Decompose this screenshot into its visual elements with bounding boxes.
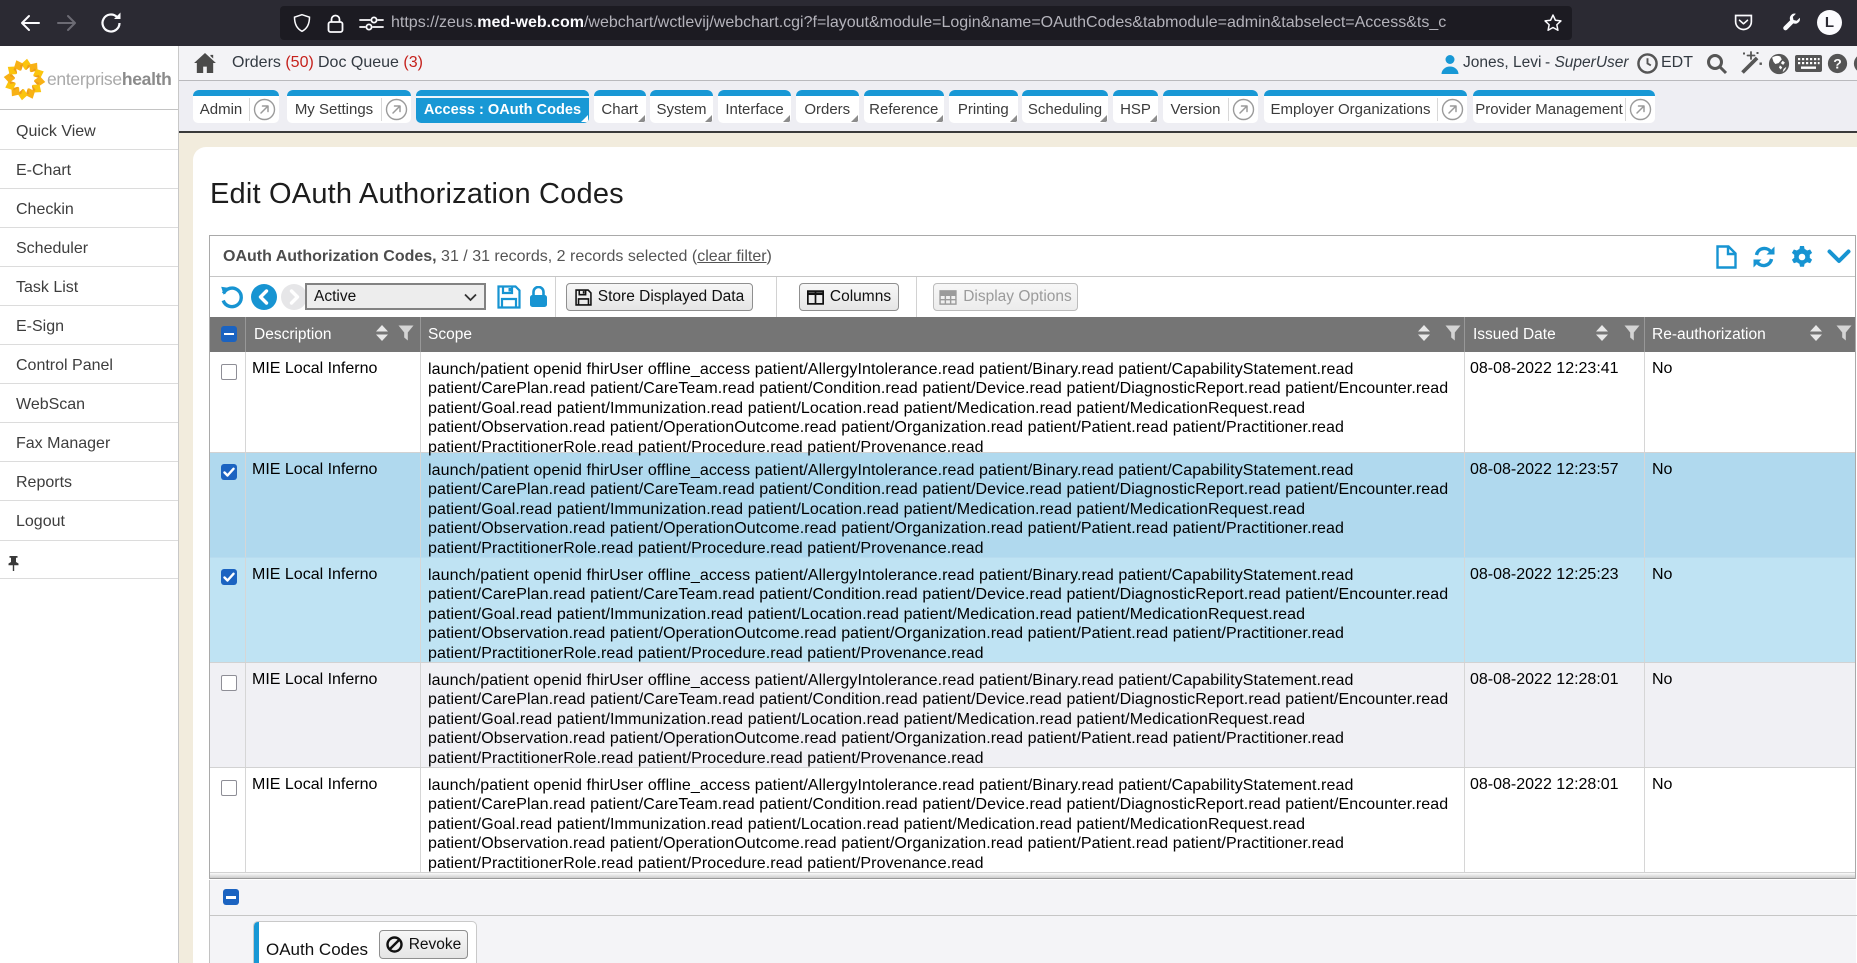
svg-text:?: ?: [1833, 55, 1842, 71]
